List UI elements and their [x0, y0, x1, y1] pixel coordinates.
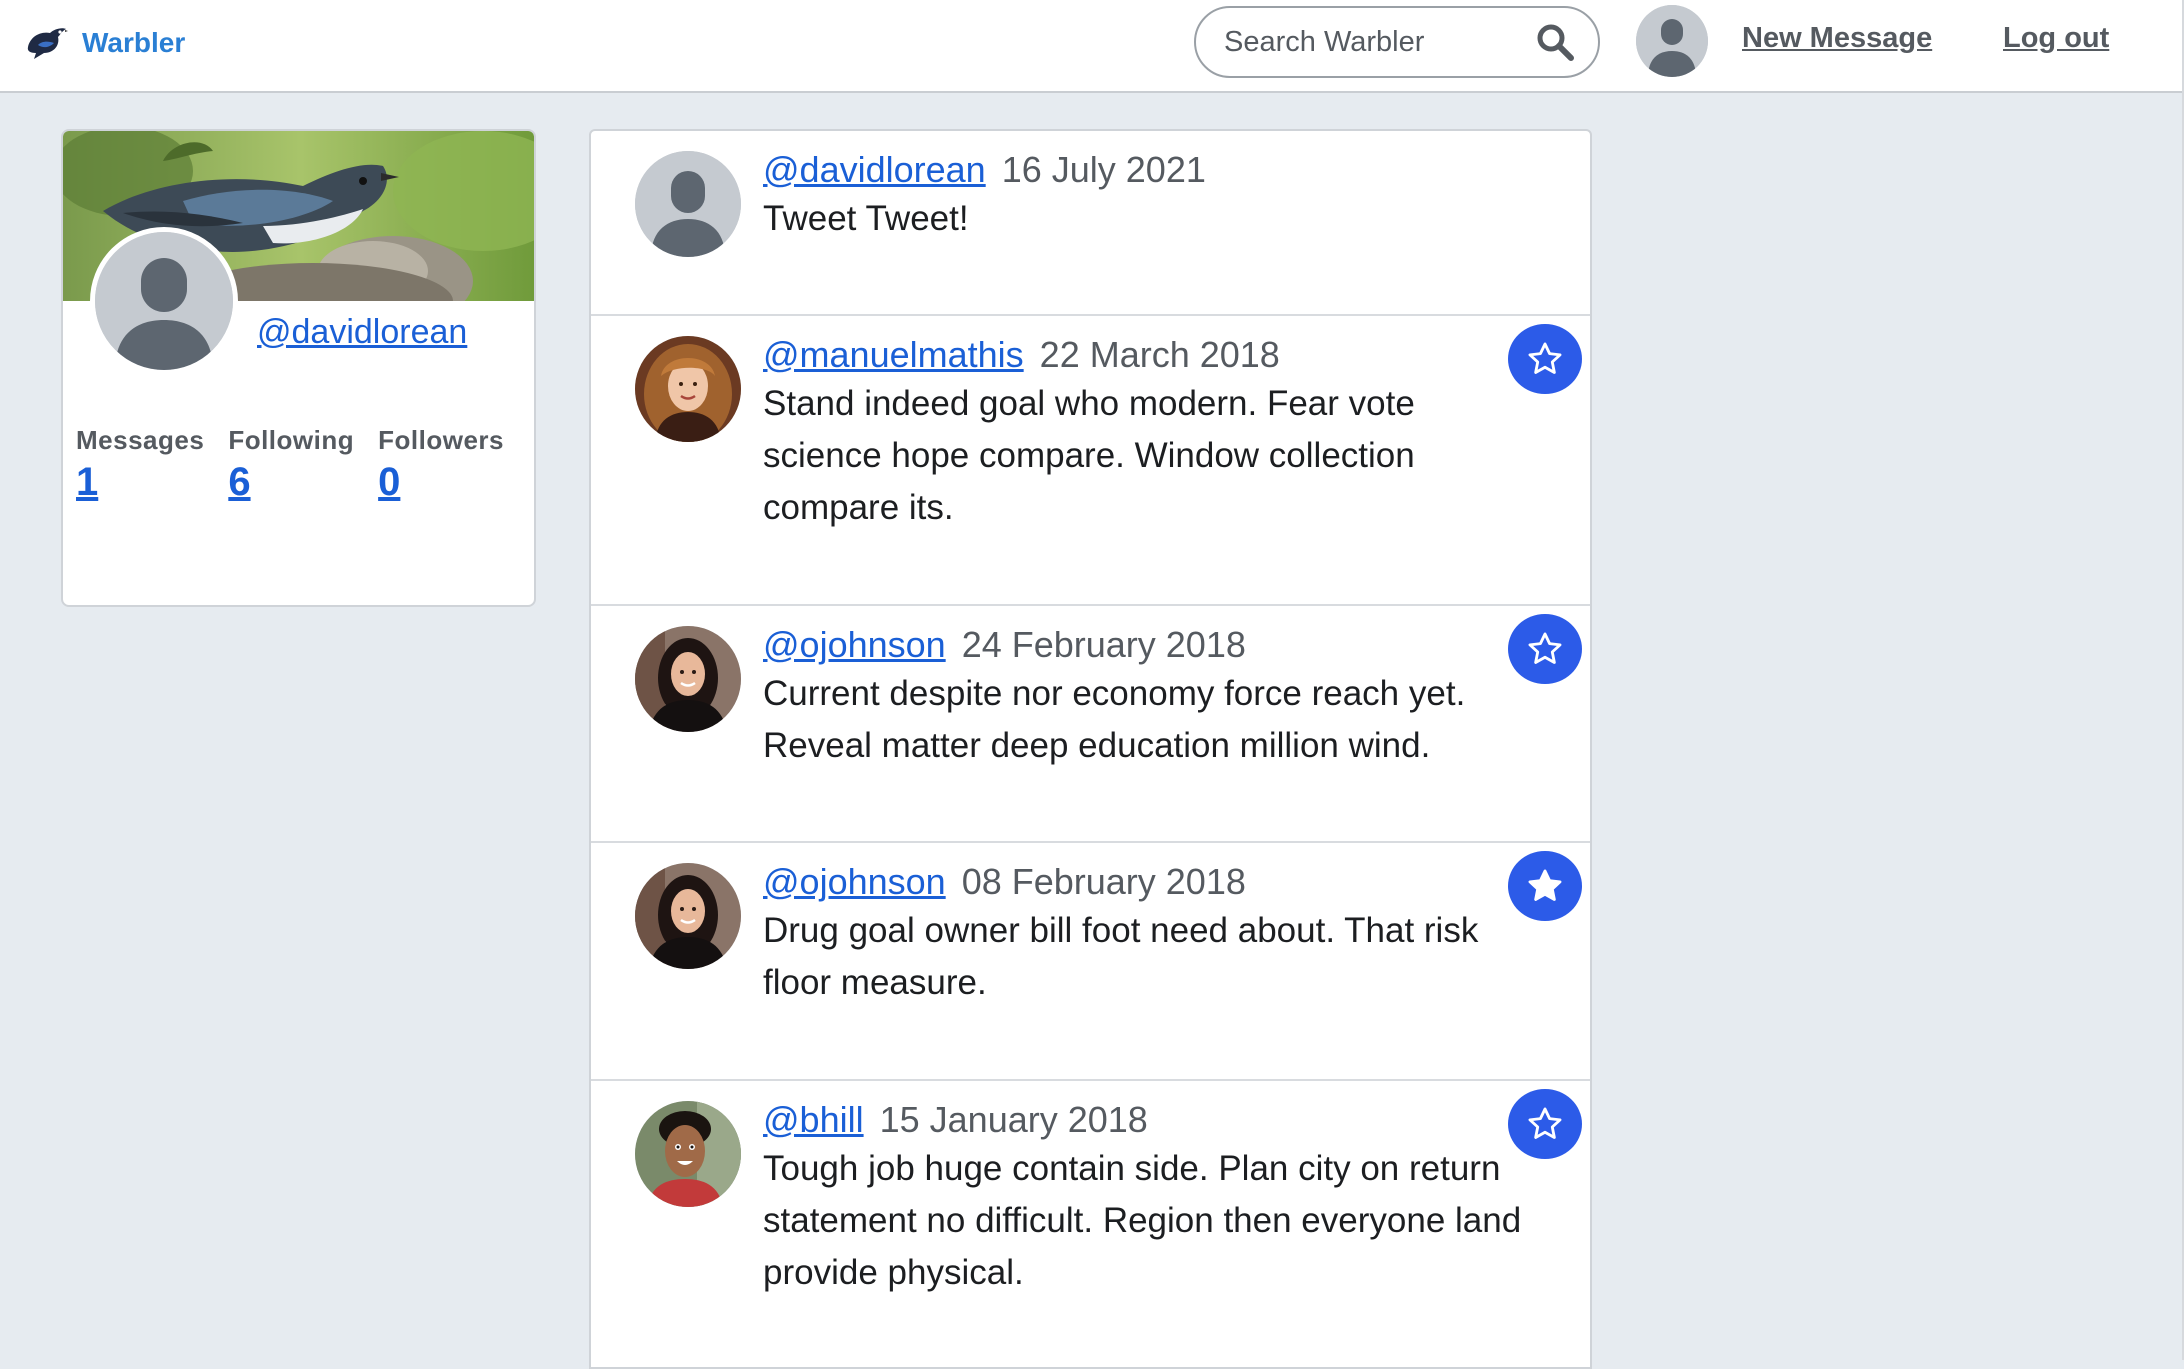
- message-header: @ojohnson 24 February 2018: [763, 622, 1533, 668]
- star-filled-icon: [1528, 869, 1562, 901]
- message-body: @bhill 15 January 2018 Tough job huge co…: [763, 1097, 1533, 1299]
- message-avatar[interactable]: [635, 336, 741, 442]
- stat-label: Followers: [378, 425, 504, 455]
- search-box: [1194, 6, 1600, 78]
- profile-card: @davidlorean Messages 1 Following 6 Foll…: [61, 129, 536, 607]
- star-outline-icon: [1528, 342, 1562, 374]
- user-photo-avatar: [635, 336, 741, 442]
- profile-avatar: [90, 227, 238, 375]
- message-avatar[interactable]: [635, 863, 741, 969]
- message-item[interactable]: @ojohnson 24 February 2018 Current despi…: [591, 606, 1590, 843]
- followers-count-link[interactable]: 0: [378, 460, 400, 505]
- profile-username-link[interactable]: @davidlorean: [257, 313, 467, 352]
- message-item[interactable]: @davidlorean 16 July 2021 Tweet Tweet!: [591, 131, 1590, 316]
- nav-user-avatar[interactable]: [1636, 5, 1708, 77]
- message-avatar[interactable]: [635, 151, 741, 257]
- message-header: @ojohnson 08 February 2018: [763, 859, 1533, 905]
- logout-link[interactable]: Log out: [2003, 22, 2109, 55]
- message-header: @manuelmathis 22 March 2018: [763, 332, 1533, 378]
- message-item[interactable]: @ojohnson 08 February 2018 Drug goal own…: [591, 843, 1590, 1081]
- message-body: @davidlorean 16 July 2021 Tweet Tweet!: [763, 147, 1533, 245]
- message-body: @ojohnson 24 February 2018 Current despi…: [763, 622, 1533, 772]
- message-avatar[interactable]: [635, 626, 741, 732]
- message-text: Current despite nor economy force reach …: [763, 674, 1466, 765]
- star-outline-icon: [1528, 632, 1562, 664]
- like-button[interactable]: [1508, 324, 1582, 394]
- like-button[interactable]: [1508, 614, 1582, 684]
- message-item[interactable]: @manuelmathis 22 March 2018 Stand indeed…: [591, 316, 1590, 606]
- stat-label: Following: [228, 425, 355, 455]
- message-username-link[interactable]: @manuelmathis: [763, 334, 1024, 375]
- message-username-link[interactable]: @davidlorean: [763, 149, 986, 190]
- message-username-link[interactable]: @ojohnson: [763, 861, 946, 902]
- message-body: @ojohnson 08 February 2018 Drug goal own…: [763, 859, 1533, 1009]
- message-avatar[interactable]: [635, 1101, 741, 1207]
- stat-followers: Followers 0: [378, 425, 504, 505]
- navbar: Warbler New Message Log out: [0, 0, 2184, 93]
- like-button[interactable]: [1508, 1089, 1582, 1159]
- default-avatar-icon: [1636, 5, 1708, 77]
- messages-count-link[interactable]: 1: [76, 460, 98, 505]
- message-date: 08 February 2018: [961, 861, 1246, 902]
- default-avatar-icon: [95, 232, 233, 370]
- message-text: Stand indeed goal who modern. Fear vote …: [763, 384, 1415, 527]
- message-feed: @davidlorean 16 July 2021 Tweet Tweet! @…: [589, 129, 1592, 1369]
- following-count-link[interactable]: 6: [228, 460, 250, 505]
- stat-following: Following 6: [228, 425, 354, 505]
- default-avatar-icon: [635, 151, 741, 257]
- search-icon: [1537, 24, 1574, 61]
- message-text: Drug goal owner bill foot need about. Th…: [763, 911, 1479, 1002]
- message-text: Tweet Tweet!: [763, 199, 969, 238]
- user-photo-avatar: [635, 1101, 741, 1207]
- message-date: 15 January 2018: [879, 1099, 1148, 1140]
- star-outline-icon: [1528, 1107, 1562, 1139]
- user-photo-avatar: [635, 626, 741, 732]
- message-body: @manuelmathis 22 March 2018 Stand indeed…: [763, 332, 1533, 534]
- message-header: @davidlorean 16 July 2021: [763, 147, 1533, 193]
- new-message-link[interactable]: New Message: [1742, 22, 1932, 55]
- profile-stats: Messages 1 Following 6 Followers 0: [76, 425, 528, 505]
- message-date: 22 March 2018: [1039, 334, 1280, 375]
- message-date: 24 February 2018: [961, 624, 1246, 665]
- message-item[interactable]: @bhill 15 January 2018 Tough job huge co…: [591, 1081, 1590, 1367]
- stat-label: Messages: [76, 425, 205, 455]
- stat-messages: Messages 1: [76, 425, 204, 505]
- message-text: Tough job huge contain side. Plan city o…: [763, 1149, 1522, 1292]
- message-username-link[interactable]: @bhill: [763, 1099, 864, 1140]
- search-button[interactable]: [1534, 21, 1576, 63]
- message-header: @bhill 15 January 2018: [763, 1097, 1533, 1143]
- message-date: 16 July 2021: [1001, 149, 1206, 190]
- brand-link[interactable]: Warbler: [24, 18, 185, 68]
- search-input[interactable]: [1224, 25, 1544, 59]
- message-username-link[interactable]: @ojohnson: [763, 624, 946, 665]
- unlike-button[interactable]: [1508, 851, 1582, 921]
- warbler-logo-icon: [27, 28, 68, 59]
- brand-name: Warbler: [82, 27, 186, 58]
- user-photo-avatar: [635, 863, 741, 969]
